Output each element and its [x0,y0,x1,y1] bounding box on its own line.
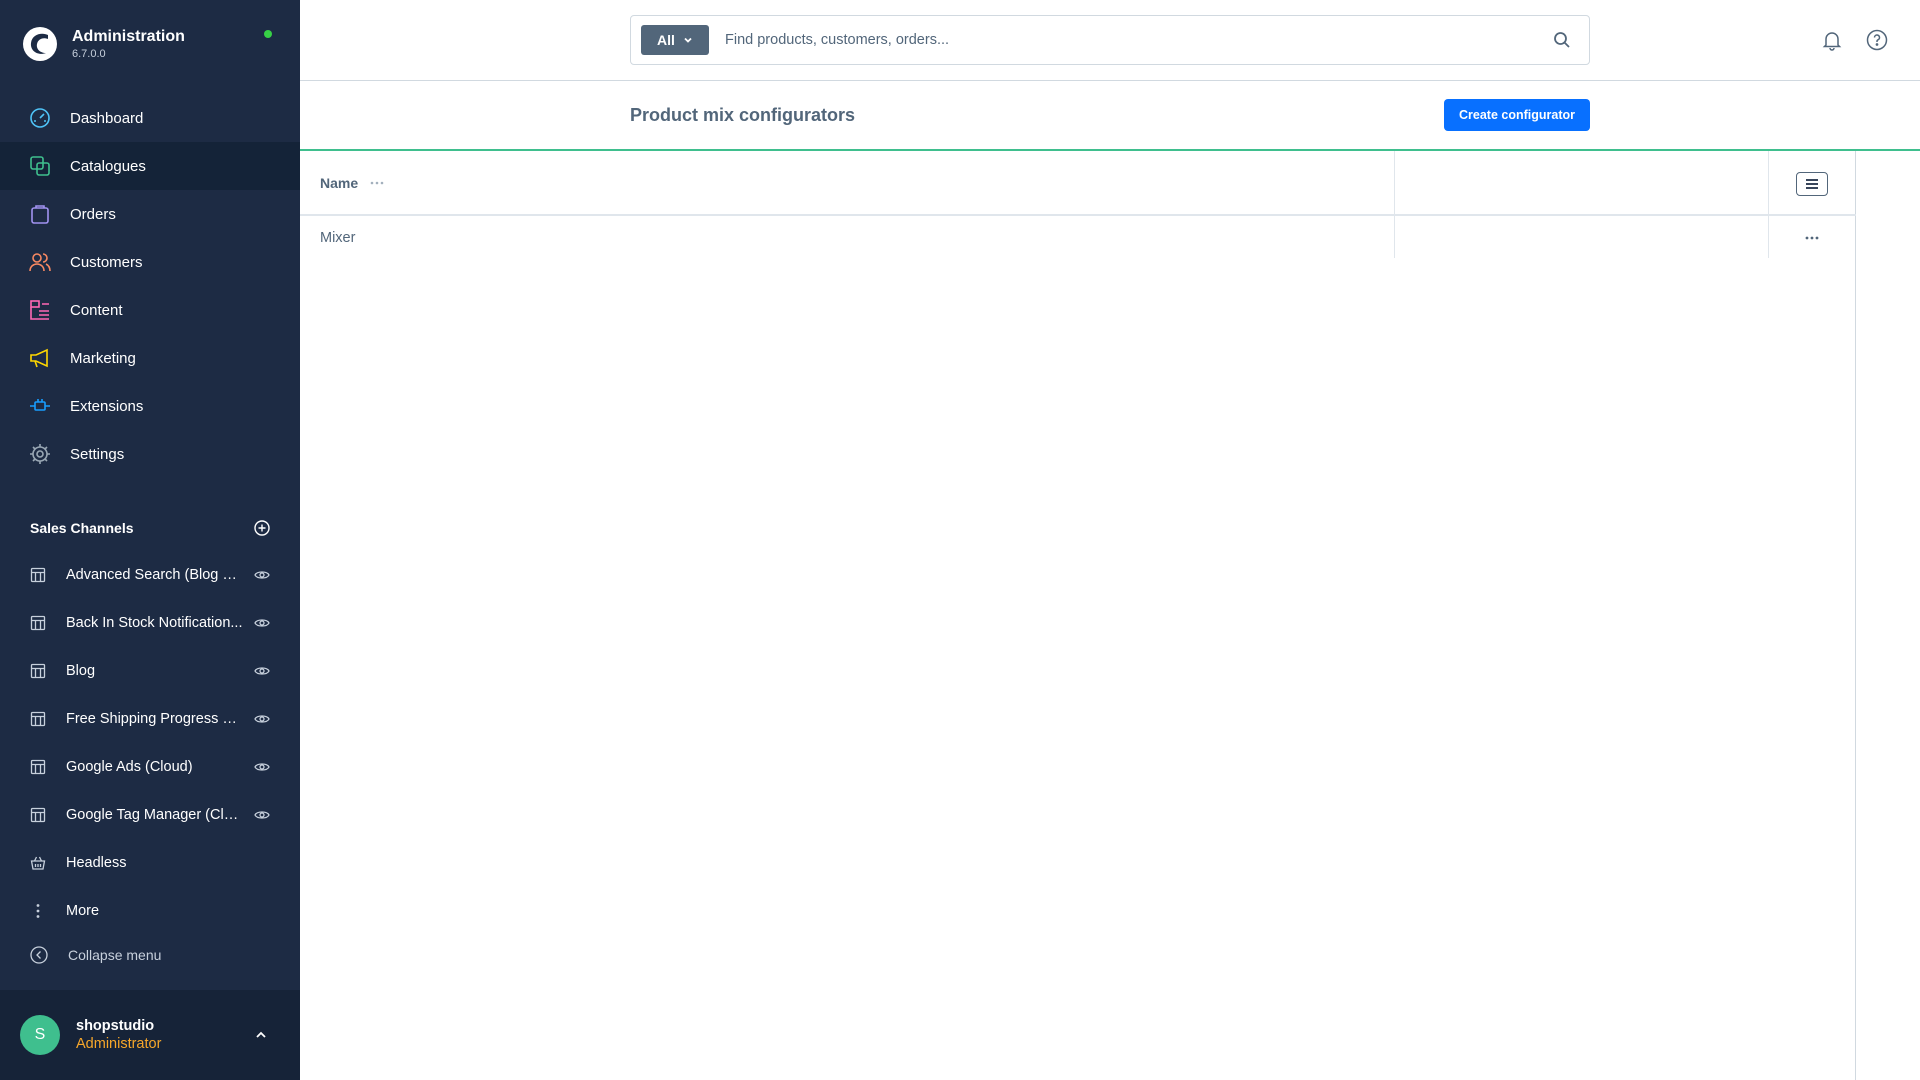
more-horizontal-icon [1805,236,1819,240]
grid-header: Name [300,151,1856,216]
main-navigation: Dashboard Catalogues Orders Customers Co… [0,94,300,478]
user-profile[interactable]: S shopstudio Administrator [0,990,300,1080]
basket-icon [30,856,46,870]
chevron-left-circle-icon [30,946,48,964]
sales-channel-item[interactable]: Google Tag Manager (Cloud) [0,791,300,839]
sales-channel-item[interactable]: Free Shipping Progress Bar [0,695,300,743]
storefront-icon [30,567,46,583]
nav-item-label: Customers [70,253,143,271]
sidebar: Administration 6.7.0.0 Dashboard Catalog… [0,0,300,1080]
more-horizontal-icon[interactable] [370,181,384,185]
more-label: More [66,903,100,919]
sales-channels-more[interactable]: More [0,887,300,935]
sales-channel-label: Blog [66,663,96,679]
bell-icon[interactable] [1821,29,1843,51]
row-actions-button[interactable] [1800,228,1824,248]
sales-channel-item[interactable]: Blog [0,647,300,695]
row-name-cell[interactable]: Mixer [320,230,355,246]
brand-title: Administration [72,28,185,45]
marketing-megaphone-icon [29,347,51,369]
configurator-grid: Name Mixer [300,151,1856,1080]
sales-channel-label: Back In Stock Notification... [66,615,243,631]
nav-item-label: Settings [70,445,125,463]
sales-channels-header: Sales Channels [30,520,270,536]
eye-icon[interactable] [254,759,270,775]
status-indicator [264,30,272,38]
nav-item-dashboard[interactable]: Dashboard [0,94,300,142]
nav-item-content[interactable]: Content [0,286,300,334]
avatar: S [20,1015,60,1055]
user-role: Administrator [76,1036,162,1052]
grid-settings-button[interactable] [1796,172,1828,196]
top-bar: All [300,0,1920,81]
sales-channel-item[interactable]: Back In Stock Notification... [0,599,300,647]
global-search: All [630,15,1590,65]
nav-item-extensions[interactable]: Extensions [0,382,300,430]
more-vertical-icon [36,904,40,918]
create-configurator-button[interactable]: Create configurator [1444,99,1590,131]
table-row[interactable]: Mixer [300,218,1856,258]
chevron-up-icon[interactable] [254,1028,268,1042]
search-icon[interactable] [1553,31,1571,49]
eye-icon[interactable] [254,663,270,679]
dashboard-gauge-icon [29,107,51,129]
settings-gear-icon [29,443,51,465]
sales-channel-item[interactable]: Advanced Search (Blog & Ca... [0,551,300,599]
help-icon[interactable] [1866,29,1888,51]
sales-channel-label: Free Shipping Progress Bar [66,711,244,727]
search-input[interactable] [725,32,1553,48]
extensions-plug-icon [29,395,51,417]
collapse-menu-button[interactable]: Collapse menu [30,946,161,964]
search-type-select[interactable]: All [641,25,709,55]
nav-item-label: Content [70,301,123,319]
user-name: shopstudio [76,1018,155,1034]
chevron-down-icon [684,37,692,43]
nav-item-label: Dashboard [70,109,144,127]
column-header-name[interactable]: Name [320,175,384,191]
add-sales-channel-icon[interactable] [254,520,270,536]
storefront-icon [30,663,46,679]
sales-channel-item[interactable]: Google Ads (Cloud) [0,743,300,791]
catalogues-icon [29,155,51,177]
smart-bar: Product mix configurators Create configu… [300,81,1920,151]
eye-icon[interactable] [254,567,270,583]
page-title: Product mix configurators [630,105,856,125]
brand-version: 6.7.0.0 [72,48,106,60]
nav-item-label: Orders [70,205,116,223]
list-menu-icon [1806,179,1818,189]
nav-item-label: Catalogues [70,157,146,175]
storefront-icon [30,807,46,823]
storefront-icon [30,759,46,775]
collapse-menu-label: Collapse menu [68,947,162,963]
sales-channel-label: Google Tag Manager (Cloud) [66,807,244,823]
eye-icon[interactable] [254,711,270,727]
nav-item-customers[interactable]: Customers [0,238,300,286]
eye-icon[interactable] [254,615,270,631]
sales-channels-list: Advanced Search (Blog & Ca... Back In St… [0,551,300,935]
nav-item-label: Marketing [70,349,136,367]
nav-item-catalogues[interactable]: Catalogues [0,142,300,190]
nav-item-marketing[interactable]: Marketing [0,334,300,382]
nav-item-orders[interactable]: Orders [0,190,300,238]
column-header-label: Name [320,175,359,191]
search-type-label: All [657,32,675,48]
nav-item-settings[interactable]: Settings [0,430,300,478]
nav-item-label: Extensions [70,397,144,415]
orders-bag-icon [29,203,51,225]
sales-channel-label: Advanced Search (Blog & Ca... [66,567,244,583]
sales-channel-label: Headless [66,855,127,871]
storefront-icon [30,615,46,631]
storefront-icon [30,711,46,727]
sales-channel-item[interactable]: Headless [0,839,300,887]
sales-channels-title: Sales Channels [30,520,134,536]
shopware-logo-icon [23,27,57,61]
sales-channel-label: Google Ads (Cloud) [66,759,193,775]
content-icon [29,299,51,321]
customers-icon [29,251,51,273]
eye-icon[interactable] [254,807,270,823]
brand[interactable]: Administration 6.7.0.0 [22,24,185,64]
